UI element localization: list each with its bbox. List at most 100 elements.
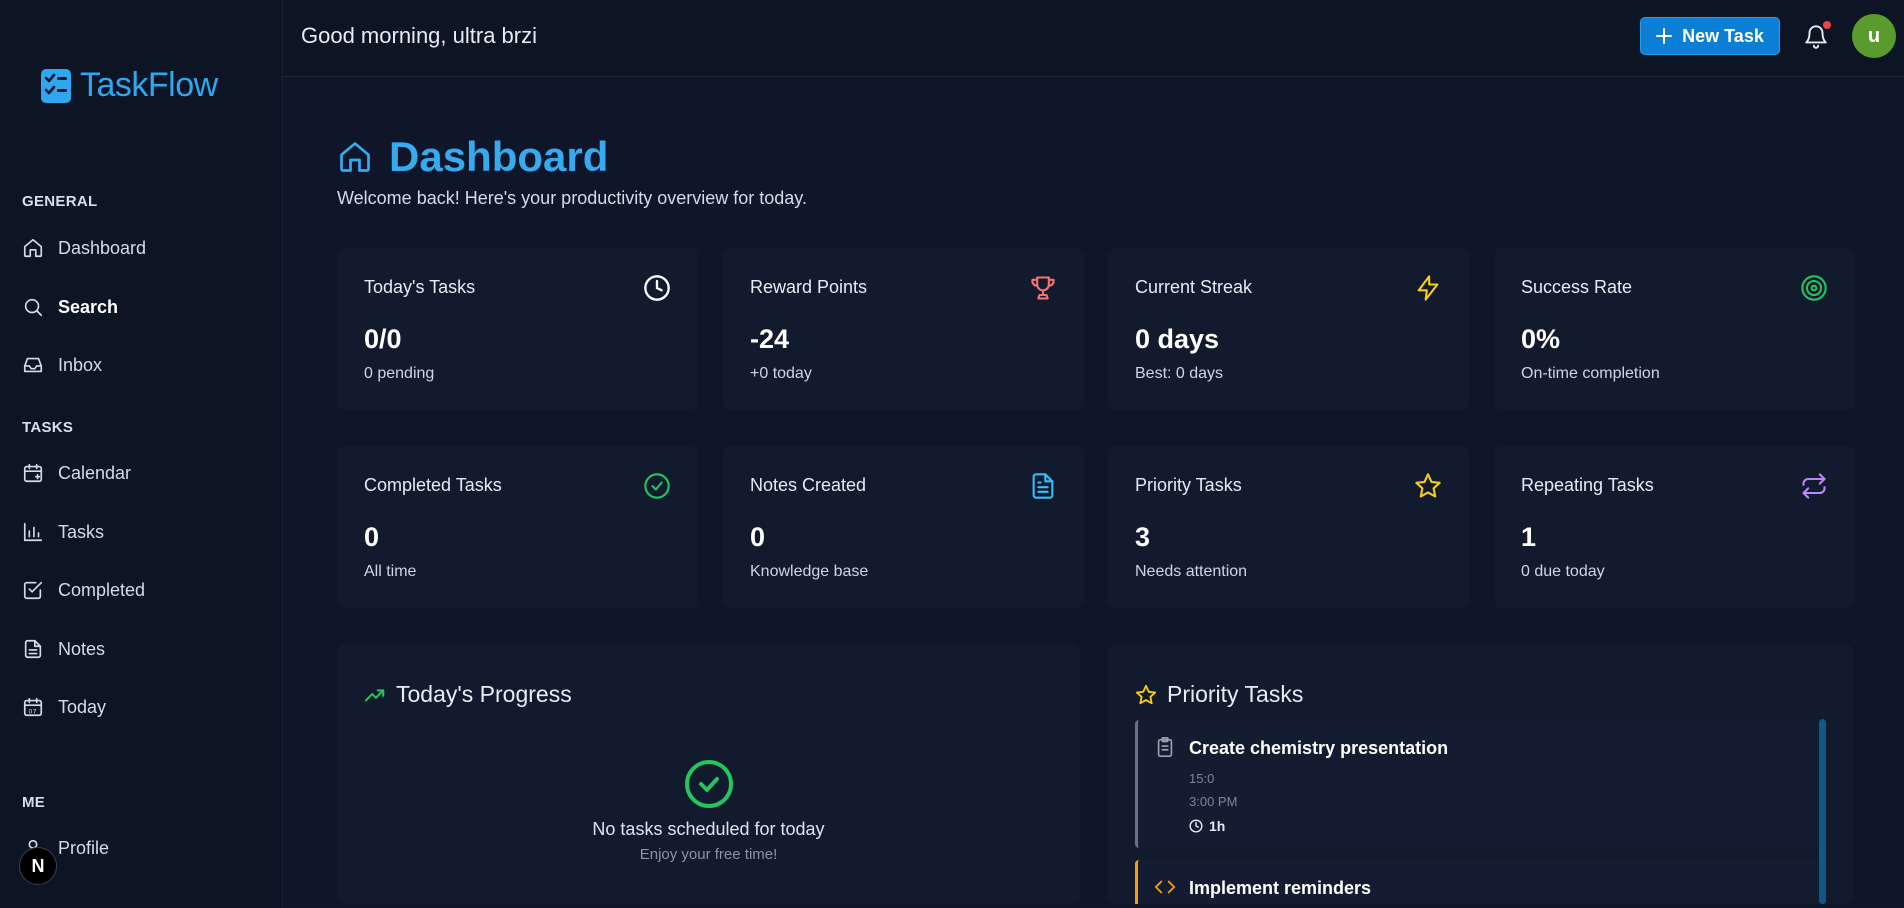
card-value: 0/0: [364, 324, 402, 354]
panel-title: Priority Tasks: [1135, 681, 1303, 708]
card-value: -24: [750, 324, 790, 354]
card-title: Notes Created: [750, 475, 867, 495]
sidebar-item-label: Completed: [58, 579, 146, 600]
sidebar-item-label: Dashboard: [58, 237, 147, 258]
calendar-icon: [23, 463, 43, 483]
clipboard-icon: [1157, 737, 1173, 757]
sidebar-item-search[interactable]: Search: [22, 290, 118, 324]
panel-title-text: Priority Tasks: [1167, 681, 1304, 707]
empty-state-text: No tasks scheduled for today: [592, 819, 825, 839]
target-icon: [1801, 275, 1827, 301]
stat-card-notes-created[interactable]: Notes Created 0 Knowledge base: [723, 446, 1084, 608]
task-title: Create chemistry presentation: [1189, 738, 1449, 758]
search-icon: [24, 298, 43, 317]
priority-tasks-panel: Priority Tasks Create chemistry presenta…: [1108, 644, 1853, 904]
app-logo[interactable]: TaskFlow: [40, 66, 218, 105]
section-title-me: ME: [22, 794, 46, 811]
sidebar-item-completed[interactable]: Completed: [22, 573, 145, 607]
empty-state-subtext: Enjoy your free time!: [639, 846, 778, 863]
page-title: Dashboard: [337, 133, 608, 181]
task-duration: 1h: [1189, 818, 1225, 834]
card-title: Current Streak: [1135, 277, 1253, 297]
todays-progress-panel: Today's Progress No tasks scheduled for …: [337, 644, 1080, 904]
code-icon: [1154, 880, 1176, 894]
stat-card-priority-tasks[interactable]: Priority Tasks 3 Needs attention: [1108, 446, 1469, 608]
stat-card-completed-tasks[interactable]: Completed Tasks 0 All time: [337, 446, 698, 608]
star-icon: [1415, 473, 1441, 498]
card-title: Success Rate: [1521, 277, 1633, 297]
checklist-icon: [41, 68, 71, 103]
plus-icon: [1656, 28, 1673, 44]
sidebar-item-label: Inbox: [58, 354, 103, 375]
priority-task-item[interactable]: Create chemistry presentation 15:0 3:00 …: [1135, 720, 1821, 848]
star-icon: [1135, 684, 1157, 704]
stat-card-todays-tasks[interactable]: Today's Tasks 0/0 0 pending: [337, 248, 698, 410]
card-subtext: Needs attention: [1135, 563, 1248, 580]
sidebar-item-label: Profile: [58, 837, 110, 858]
stat-card-repeating-tasks[interactable]: Repeating Tasks 1 0 due today: [1494, 446, 1855, 608]
sidebar-item-today[interactable]: 07 Today: [22, 690, 106, 724]
task-title: Implement reminders: [1189, 878, 1372, 898]
sidebar-item-label: Search: [58, 296, 119, 317]
priority-task-item[interactable]: Implement reminders: [1135, 860, 1821, 904]
card-subtext: All time: [364, 563, 417, 580]
check-circle-icon: [684, 760, 733, 808]
card-title: Repeating Tasks: [1521, 475, 1654, 495]
card-title: Reward Points: [750, 277, 868, 297]
task-time: 3:00 PM: [1189, 794, 1238, 809]
sidebar-item-label: Tasks: [58, 521, 105, 542]
sidebar-item-label: Notes: [58, 638, 106, 659]
sidebar-item-tasks[interactable]: Tasks: [22, 515, 104, 549]
repeat-icon: [1802, 473, 1826, 499]
new-task-label: New Task: [1682, 25, 1764, 46]
clock-icon: [1189, 819, 1203, 833]
check-square-icon: [23, 581, 43, 600]
card-subtext: +0 today: [750, 365, 812, 382]
notifications-button[interactable]: [1803, 21, 1831, 50]
task-meta: 15:0: [1189, 771, 1215, 786]
svg-text:07: 07: [28, 707, 36, 715]
sidebar-item-label: Calendar: [58, 462, 132, 483]
panel-title-text: Today's Progress: [396, 681, 572, 707]
card-title: Today's Tasks: [364, 277, 476, 297]
card-value: 0 days: [1135, 324, 1220, 354]
card-value: 0: [364, 522, 380, 552]
section-title-general: GENERAL: [22, 193, 98, 210]
notification-dot: [1823, 21, 1831, 29]
sidebar-item-notes[interactable]: Notes: [22, 632, 105, 666]
page-title-text: Dashboard: [389, 133, 609, 180]
sidebar-item-calendar[interactable]: Calendar: [22, 456, 131, 490]
trophy-icon: [1031, 276, 1055, 300]
file-text-icon: [24, 639, 42, 659]
avatar[interactable]: u: [1852, 14, 1896, 58]
section-title-tasks: TASKS: [22, 419, 74, 436]
sidebar-item-inbox[interactable]: Inbox: [22, 348, 102, 382]
card-subtext: Best: 0 days: [1135, 365, 1224, 382]
home-icon: [340, 142, 370, 172]
new-task-button[interactable]: New Task: [1640, 17, 1780, 55]
document-icon: [1032, 473, 1054, 499]
card-subtext: 0 pending: [364, 365, 435, 382]
empty-state: No tasks scheduled for today Enjoy your …: [337, 759, 1080, 863]
stat-card-current-streak[interactable]: Current Streak 0 days Best: 0 days: [1108, 248, 1469, 410]
page-subtitle: Welcome back! Here's your productivity o…: [337, 188, 807, 208]
card-value: 0%: [1521, 324, 1561, 354]
stat-card-reward-points[interactable]: Reward Points -24 +0 today: [723, 248, 1084, 410]
top-bar: Good morning, ultra brzi New Task u: [283, 0, 1904, 77]
trending-up-icon: [364, 688, 385, 702]
card-value: 3: [1135, 522, 1151, 552]
sidebar-item-dashboard[interactable]: Dashboard: [22, 231, 146, 265]
dev-badge[interactable]: N: [19, 847, 57, 885]
check-circle-icon: [644, 473, 670, 499]
task-duration-text: 1h: [1209, 818, 1226, 834]
card-subtext: Knowledge base: [750, 563, 869, 580]
card-subtext: On-time completion: [1521, 365, 1660, 382]
calendar-day-icon: 07: [23, 697, 43, 717]
scrollbar[interactable]: [1819, 719, 1826, 904]
panel-title: Today's Progress: [364, 681, 572, 708]
bar-chart-icon: [23, 522, 43, 542]
stat-card-success-rate[interactable]: Success Rate 0% On-time completion: [1494, 248, 1855, 410]
card-value: 1: [1521, 522, 1537, 552]
clock-icon: [644, 275, 670, 301]
greeting-text: Good morning, ultra brzi: [301, 23, 537, 48]
